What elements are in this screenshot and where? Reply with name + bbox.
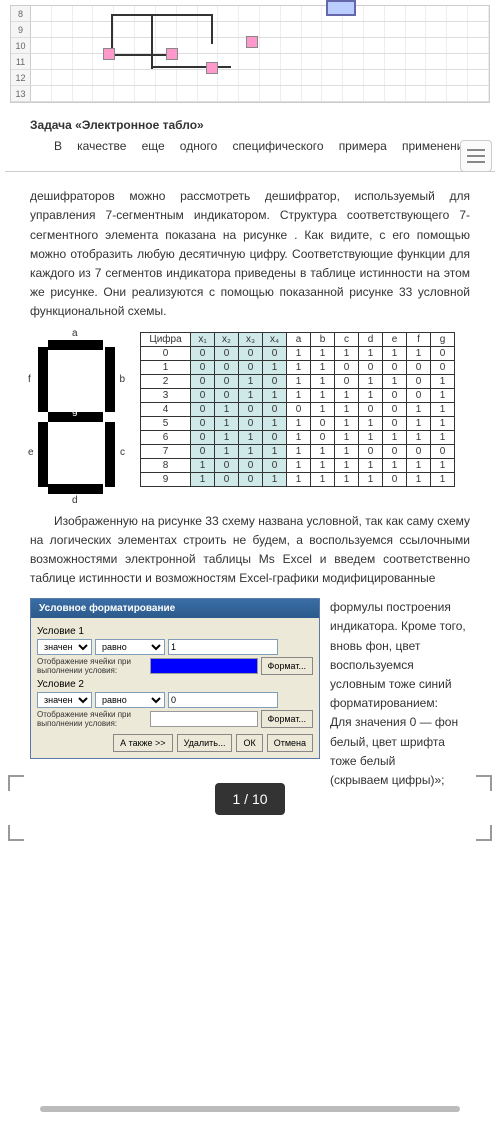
preview-1 bbox=[150, 658, 258, 674]
value-select-2[interactable]: значение bbox=[37, 692, 92, 708]
row-number: 9 bbox=[11, 22, 31, 37]
dialog-title: Условное форматирование bbox=[31, 599, 319, 618]
ok-button[interactable]: ОК bbox=[236, 734, 262, 752]
value-input-1[interactable] bbox=[168, 639, 278, 655]
separator bbox=[5, 171, 495, 172]
row-number: 11 bbox=[11, 54, 31, 69]
truth-table: Цифраx₁x₂x₃x₄abcdefg 0000011111101000111… bbox=[140, 332, 455, 487]
display-label-2: Отображение ячейки при выполнении услови… bbox=[37, 710, 147, 728]
paragraph-3: Изображенную на рисунке 33 схему названа… bbox=[30, 512, 470, 589]
seg-label-d: d bbox=[72, 495, 78, 506]
spreadsheet-grid-fragment: 8910111213 bbox=[10, 5, 490, 103]
seg-label-c: c bbox=[120, 447, 125, 458]
row-number: 10 bbox=[11, 38, 31, 53]
seven-segment-diagram: a b c d e f g bbox=[30, 332, 125, 502]
paragraph-2: дешифраторов можно рассмотреть дешифрато… bbox=[30, 187, 470, 321]
operator-select-2[interactable]: равно bbox=[95, 692, 165, 708]
value-select-1[interactable]: значение bbox=[37, 639, 92, 655]
condition2-label: Условие 2 bbox=[37, 679, 313, 690]
format-button-1[interactable]: Формат... bbox=[261, 657, 313, 675]
display-label-1: Отображение ячейки при выполнении услови… bbox=[37, 657, 147, 675]
row-number: 12 bbox=[11, 70, 31, 85]
preview-2 bbox=[150, 711, 258, 727]
paragraph-1: Вкачествеещеодногоспецифическогопримерап… bbox=[30, 137, 470, 156]
task-title: Задача «Электронное табло» bbox=[30, 118, 470, 132]
operator-select-1[interactable]: равно bbox=[95, 639, 165, 655]
condition1-label: Условие 1 bbox=[37, 626, 313, 637]
seg-label-g: g bbox=[72, 406, 78, 417]
seg-label-a: a bbox=[72, 328, 78, 339]
row-number: 8 bbox=[11, 6, 31, 21]
format-button-2[interactable]: Формат... bbox=[261, 710, 313, 728]
bottom-handle[interactable] bbox=[40, 1106, 460, 1112]
delete-button[interactable]: Удалить... bbox=[177, 734, 233, 752]
side-text: формулы построения индикатора. Кроме тог… bbox=[330, 598, 490, 790]
seg-label-b: b bbox=[119, 374, 125, 385]
row-number: 13 bbox=[11, 86, 31, 101]
value-input-2[interactable] bbox=[168, 692, 278, 708]
seg-label-e: e bbox=[28, 447, 34, 458]
cancel-button[interactable]: Отмена bbox=[267, 734, 313, 752]
also-button[interactable]: А также >> bbox=[113, 734, 173, 752]
menu-icon[interactable] bbox=[460, 140, 492, 172]
seg-label-f: f bbox=[28, 374, 31, 385]
conditional-formatting-dialog: Условное форматирование Условие 1 значен… bbox=[30, 598, 320, 759]
page-indicator: 1 / 10 bbox=[215, 783, 285, 815]
